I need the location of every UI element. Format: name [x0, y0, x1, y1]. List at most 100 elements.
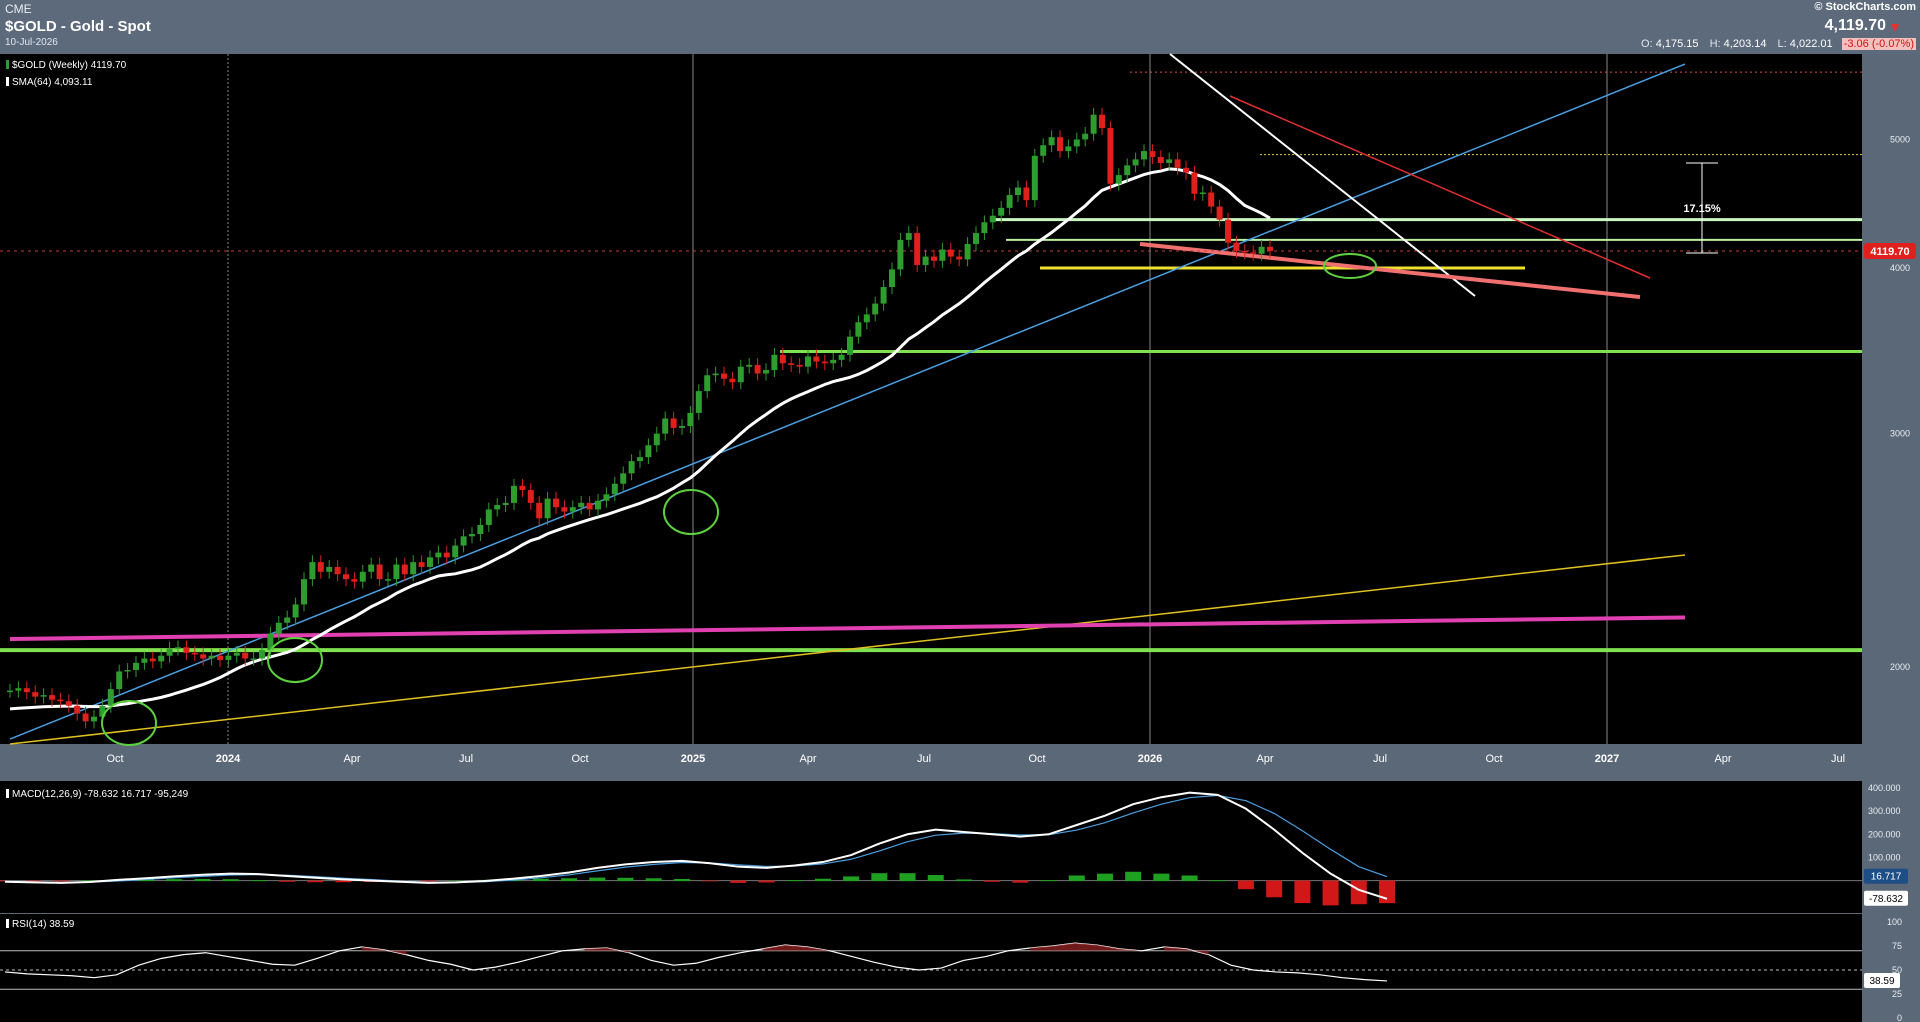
candle-body	[1099, 114, 1105, 129]
candle-body	[519, 485, 526, 491]
candle-body	[65, 701, 72, 706]
candle-body	[838, 354, 845, 360]
macd-histogram-bar	[1040, 880, 1057, 882]
candle-body	[653, 433, 660, 446]
candle-body	[763, 370, 769, 374]
candle	[1031, 148, 1038, 208]
macd-histogram-bar	[1237, 880, 1254, 890]
candle-body	[939, 249, 946, 261]
macd-histogram-bar	[786, 880, 803, 882]
x-tick-label: Oct	[1028, 753, 1045, 765]
x-tick-label: 2027	[1595, 753, 1619, 765]
candle-body	[301, 579, 307, 605]
candle-body	[973, 233, 979, 244]
candle-body	[561, 507, 568, 512]
macd-histogram-bar	[448, 880, 465, 882]
candle-body	[830, 359, 837, 364]
macd-histogram-bar	[1153, 873, 1170, 882]
x-tick-label: Apr	[799, 753, 816, 765]
macd-histogram-bar	[617, 877, 634, 882]
candle-body	[208, 655, 215, 659]
candle-body	[872, 303, 879, 315]
candle-body	[15, 688, 22, 691]
macd-histogram-bar	[645, 878, 662, 882]
candle-body	[889, 269, 895, 287]
macd-legend: MACD(12,26,9) -78.632 16.717 -95,249	[6, 789, 188, 800]
candle-body	[645, 445, 652, 458]
macd-histogram-bar	[166, 879, 183, 882]
macd-histogram-bar	[871, 873, 888, 882]
x-tick-label: Oct	[106, 753, 123, 765]
macd-tick-label: 300.000	[1868, 806, 1901, 816]
candle-body	[1183, 167, 1189, 173]
candle-body	[796, 364, 803, 367]
candle-body	[981, 222, 988, 234]
y-tick-label: 3000	[1890, 429, 1910, 439]
macd-tick-label: 100.000	[1868, 852, 1901, 862]
candle-body	[695, 391, 702, 413]
candle-body	[368, 564, 375, 572]
candle-body	[998, 207, 1005, 216]
candle-body	[1006, 195, 1013, 208]
candle-body	[679, 425, 685, 428]
macd-histogram-bar	[194, 878, 211, 882]
x-tick-label: Oct	[1485, 753, 1502, 765]
candle-body	[905, 233, 912, 240]
candle-body	[334, 566, 341, 575]
candle-body	[729, 378, 736, 383]
candle-body	[1216, 206, 1223, 220]
rsi-tick-label: 0	[1897, 1013, 1902, 1022]
macd-histogram-bar	[307, 880, 324, 883]
candle-body	[855, 322, 862, 337]
candle-body	[376, 564, 383, 580]
candle-body	[1233, 242, 1240, 251]
candle-body	[200, 654, 207, 659]
candle-body	[947, 249, 954, 257]
candle-body	[931, 256, 937, 261]
candle-body	[1174, 159, 1181, 168]
candle-body	[595, 500, 601, 510]
macd-tick-label: 200.000	[1868, 829, 1901, 839]
candle-body	[116, 671, 123, 690]
candle-body	[1141, 151, 1147, 160]
candle-body	[443, 552, 450, 558]
candle-body	[611, 483, 618, 495]
rsi-value-tag-label: 38.59	[1869, 976, 1894, 987]
x-tick-label: Jul	[1373, 753, 1387, 765]
candle-body	[1048, 137, 1055, 146]
macd-histogram-bar	[1266, 880, 1283, 898]
candle-body	[1250, 252, 1257, 254]
x-tick-label: 2024	[216, 753, 241, 765]
candle-body	[847, 336, 853, 355]
x-tick-label: Apr	[1714, 753, 1731, 765]
macd-histogram-bar	[730, 880, 747, 883]
candle-body	[133, 662, 139, 670]
chart-canvas[interactable]: 2000 3000 4000 5000 Oct 2024 Apr Jul Oct 2025 Apr J…	[0, 0, 1920, 1022]
candle-body	[359, 571, 366, 582]
candle-body	[1023, 187, 1030, 201]
candle-body	[242, 652, 249, 659]
y-tick-label: 4000	[1890, 263, 1910, 273]
candle-body	[23, 688, 30, 693]
macd-tick-label: 400.000	[1868, 783, 1901, 793]
macd-histogram-bar	[955, 879, 972, 882]
macd-histogram-bar	[222, 879, 239, 882]
candle-body	[149, 658, 156, 662]
x-tick-label: Jul	[917, 753, 931, 765]
candle-body	[393, 564, 400, 580]
candle-body	[821, 361, 828, 364]
candle-body	[217, 655, 223, 660]
candle-body	[1241, 250, 1248, 253]
candle-body	[7, 690, 13, 693]
macd-histogram-bar	[1012, 880, 1029, 883]
candle-body	[746, 364, 753, 367]
candle-body	[628, 461, 635, 474]
macd-histogram-bar	[589, 877, 606, 882]
candle-body	[964, 243, 971, 260]
rsi-tick-label: 75	[1892, 941, 1902, 951]
macd-histogram-bar	[673, 878, 690, 882]
candle-body	[737, 366, 744, 383]
x-tick-label: Jul	[1831, 753, 1845, 765]
candle-body	[141, 658, 148, 663]
y-tick-label: 5000	[1890, 134, 1910, 144]
